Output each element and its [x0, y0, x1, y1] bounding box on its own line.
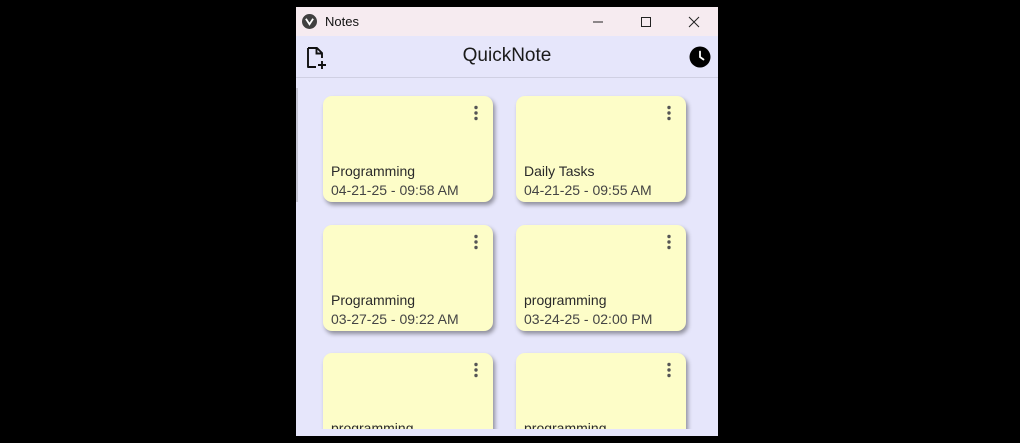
notes-list[interactable]: Programming 04-21-25 - 09:58 AM Daily Ta… [296, 78, 718, 429]
minimize-icon [593, 21, 603, 22]
note-title: programming [524, 292, 607, 308]
note-date: 04-21-25 - 09:55 AM [524, 182, 652, 198]
window-title: Notes [325, 14, 359, 29]
note-title: Daily Tasks [524, 163, 595, 179]
note-card[interactable]: programming [516, 353, 686, 429]
note-date: 04-21-25 - 09:58 AM [331, 182, 459, 198]
note-card[interactable]: Daily Tasks 04-21-25 - 09:55 AM [516, 96, 686, 202]
note-date: 03-27-25 - 09:22 AM [331, 311, 459, 327]
more-vertical-icon[interactable] [662, 105, 676, 121]
note-card[interactable]: programming 03-24-25 - 02:00 PM [516, 225, 686, 331]
note-title: Programming [331, 292, 416, 308]
close-button[interactable] [670, 7, 718, 36]
note-card[interactable]: programming [323, 353, 493, 429]
maximize-icon [641, 16, 651, 27]
minimize-button[interactable] [574, 7, 622, 36]
more-vertical-icon[interactable] [469, 234, 483, 250]
note-title: programming [524, 420, 607, 429]
note-title: programming [331, 420, 414, 429]
note-card[interactable]: Programming 04-21-25 - 09:58 AM [323, 96, 493, 202]
note-date: 03-24-25 - 02:00 PM [524, 311, 653, 327]
app-bar: QuickNote [296, 36, 718, 78]
app-icon [302, 14, 317, 29]
more-vertical-icon[interactable] [469, 105, 483, 121]
more-vertical-icon[interactable] [662, 362, 676, 378]
title-bar[interactable]: Notes [296, 7, 718, 36]
clock-icon[interactable] [689, 46, 711, 68]
note-card[interactable]: Programming 03-27-25 - 09:22 AM [323, 225, 493, 331]
scroll-indicator[interactable] [296, 88, 298, 202]
more-vertical-icon[interactable] [469, 362, 483, 378]
maximize-button[interactable] [622, 7, 670, 36]
window-controls [574, 7, 718, 36]
notes-window: Notes QuickNote Programming 04-21-25 - 0… [296, 7, 718, 436]
app-title: QuickNote [462, 45, 552, 66]
window-bottom-edge [296, 429, 718, 436]
more-vertical-icon[interactable] [662, 234, 676, 250]
close-icon [688, 16, 700, 27]
note-title: Programming [331, 163, 416, 179]
